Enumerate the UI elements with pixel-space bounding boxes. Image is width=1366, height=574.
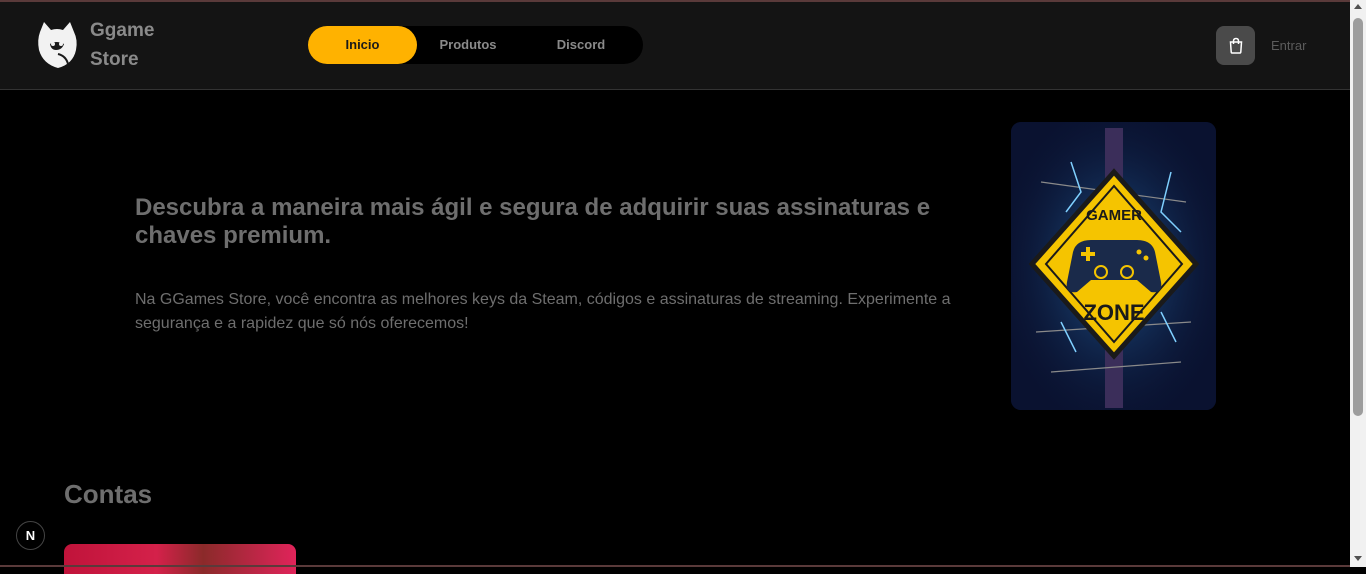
hero-description: Na GGames Store, você encontra as melhor… [135,291,951,332]
scroll-down-arrow-icon[interactable] [1354,556,1362,561]
hero-title: Descubra a maneira mais ágil e segura de… [135,194,931,249]
section-title-contas: Contas [64,479,153,509]
nav-produtos[interactable]: Produtos [422,26,514,64]
image-text-zone: ZONE [1083,300,1144,325]
cart-button[interactable] [1216,26,1255,65]
brand-line-1: Ggame [90,20,155,41]
account-card-preview[interactable] [64,544,296,574]
cat-logo-icon[interactable] [36,20,78,70]
login-link[interactable]: Entrar [1271,38,1306,53]
nav-discord[interactable]: Discord [534,26,628,64]
main-nav: Inicio Produtos Discord [308,26,643,64]
scroll-up-arrow-icon[interactable] [1354,4,1362,9]
scrollbar-thumb[interactable] [1353,18,1363,416]
nav-inicio[interactable]: Inicio [308,26,417,64]
brand-line-2: Store [90,49,139,70]
shopping-bag-icon [1229,37,1242,54]
brand-name[interactable]: Ggame Store [90,16,154,74]
gamer-zone-image: GAMER ZONE [1011,122,1216,410]
nextjs-badge-icon[interactable]: N [16,521,45,550]
image-text-gamer: GAMER [1086,207,1142,224]
site-header: Ggame Store Inicio Produtos Discord Entr… [0,2,1350,90]
